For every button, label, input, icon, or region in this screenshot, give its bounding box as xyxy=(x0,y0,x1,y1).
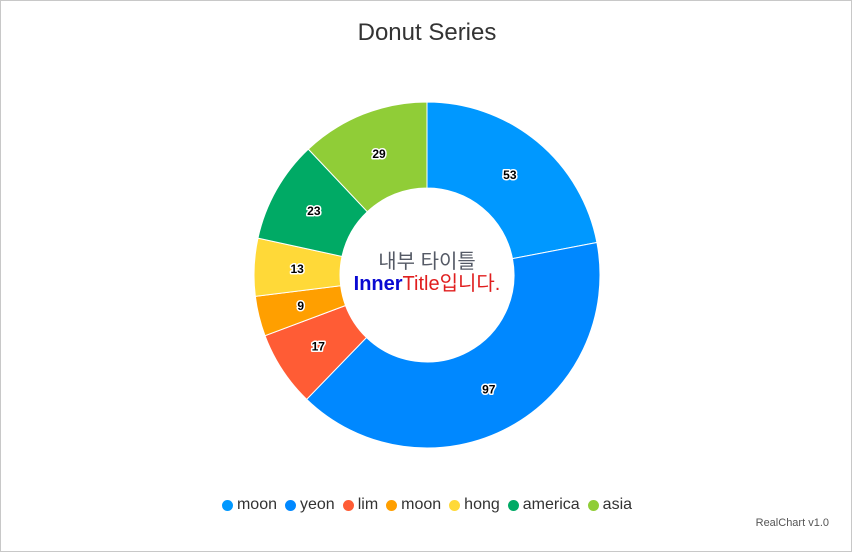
slice-value-label: 97 xyxy=(482,382,496,396)
inner-title-line1: 내부 타이틀 xyxy=(378,251,476,273)
legend-marker-icon xyxy=(221,499,233,511)
credits: RealChart v1.0 xyxy=(755,517,829,529)
legend-marker-icon xyxy=(342,499,354,511)
inner-title-line2: InnerTitle입니다. xyxy=(327,273,527,295)
slice-value-label: 29 xyxy=(372,147,386,161)
inner-title: 내부 타이틀 InnerTitle입니다. xyxy=(327,251,527,295)
legend-item-asia[interactable]: asia xyxy=(587,496,633,514)
legend-label: america xyxy=(522,496,580,513)
legend-item-moon[interactable]: moon xyxy=(386,496,441,514)
slice-value-label: 13 xyxy=(290,262,304,276)
legend-label: yeon xyxy=(300,496,335,513)
inner-title-rest: Title입니다. xyxy=(402,273,501,295)
slice-value-label: 17 xyxy=(312,339,326,353)
legend-marker-icon xyxy=(507,499,519,511)
slice-value-label: 23 xyxy=(307,204,321,218)
legend-label: moon xyxy=(236,496,277,513)
slice-value-label: 9 xyxy=(297,299,304,313)
legend-marker-icon xyxy=(587,499,599,511)
slice-value-label: 53 xyxy=(503,168,517,182)
legend-marker-icon xyxy=(386,499,398,511)
legend-item-moon[interactable]: moon xyxy=(221,496,277,514)
legend: moon yeon lim moon hong america asia xyxy=(1,496,851,514)
legend-item-hong[interactable]: hong xyxy=(449,496,500,514)
legend-label: moon xyxy=(401,496,442,513)
legend-marker-icon xyxy=(285,499,296,511)
legend-item-yeon[interactable]: yeon xyxy=(285,496,335,514)
legend-label: lim xyxy=(357,496,379,513)
legend-item-america[interactable]: america xyxy=(507,496,580,514)
legend-label: asia xyxy=(602,496,633,513)
legend-label: hong xyxy=(464,496,500,513)
legend-item-lim[interactable]: lim xyxy=(342,496,379,514)
inner-title-bold: Inner xyxy=(353,273,403,295)
chart-canvas: Donut Series 53 97 17 9 13 23 29 내부 타이틀 InnerT… xyxy=(0,0,852,552)
legend-marker-icon xyxy=(449,499,461,511)
